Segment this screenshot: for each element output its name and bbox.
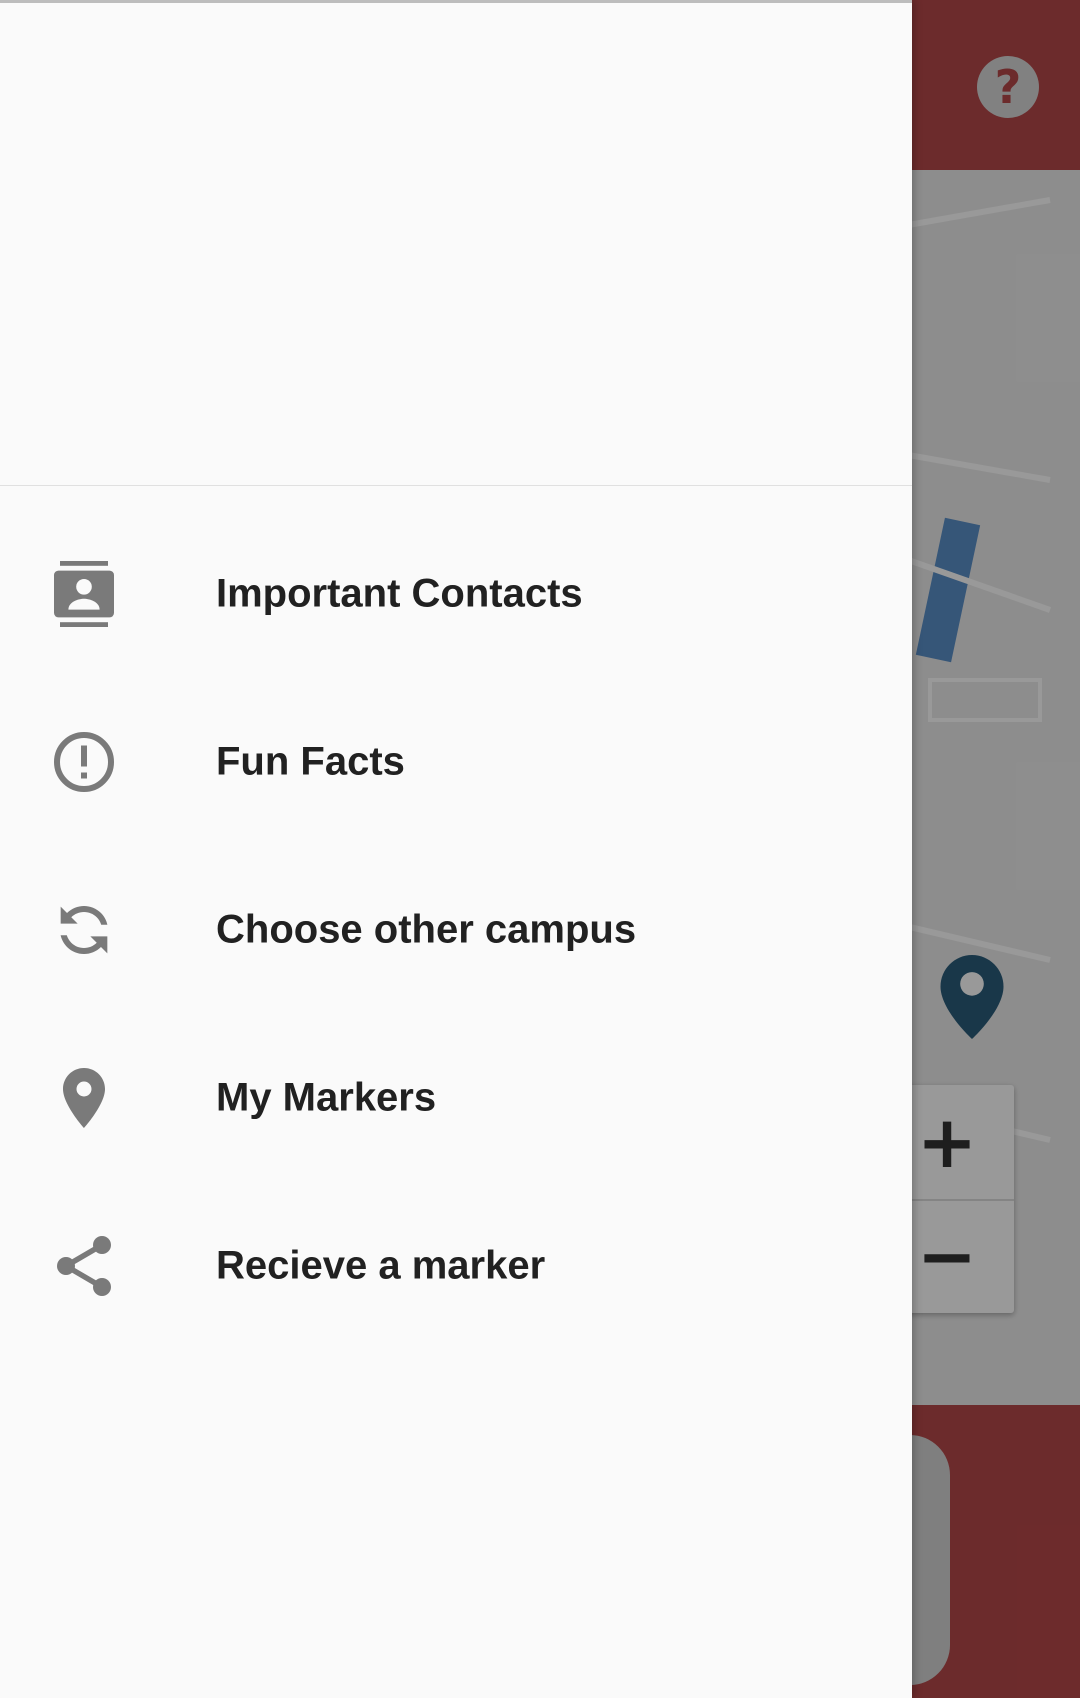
drawer-menu: Important Contacts Fun Facts Choose othe… xyxy=(0,510,912,1350)
exclamation-circle-icon xyxy=(48,726,120,798)
menu-item-label: Recieve a marker xyxy=(216,1243,546,1288)
share-icon xyxy=(48,1230,120,1302)
sync-icon xyxy=(48,894,120,966)
menu-item-label: My Markers xyxy=(216,1075,437,1120)
navigation-drawer: Important Contacts Fun Facts Choose othe… xyxy=(0,0,912,1698)
menu-item-choose-other-campus[interactable]: Choose other campus xyxy=(0,846,912,1014)
contacts-icon xyxy=(48,558,120,630)
menu-item-label: Choose other campus xyxy=(216,907,637,952)
menu-item-recieve-a-marker[interactable]: Recieve a marker xyxy=(0,1182,912,1350)
menu-item-my-markers[interactable]: My Markers xyxy=(0,1014,912,1182)
location-pin-icon xyxy=(48,1062,120,1134)
menu-item-fun-facts[interactable]: Fun Facts xyxy=(0,678,912,846)
menu-item-label: Fun Facts xyxy=(216,739,405,784)
drawer-header xyxy=(0,0,912,486)
menu-item-important-contacts[interactable]: Important Contacts xyxy=(0,510,912,678)
menu-item-label: Important Contacts xyxy=(216,571,583,616)
divider xyxy=(0,485,912,486)
